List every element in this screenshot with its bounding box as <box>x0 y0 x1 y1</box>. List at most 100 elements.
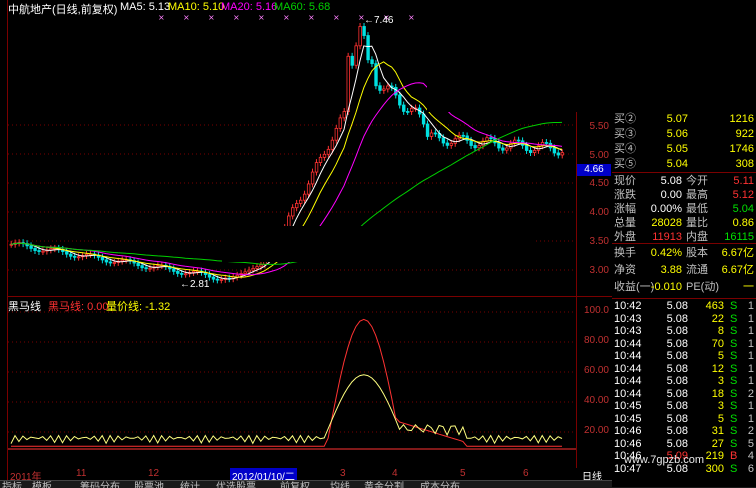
tick-price: 5.08 <box>666 375 688 387</box>
candle-body <box>318 156 323 164</box>
candle-body <box>366 35 370 61</box>
bid-label: 买⑤ <box>614 158 636 170</box>
candle-body <box>156 265 160 268</box>
candle-body <box>501 147 505 151</box>
candle-body <box>433 132 438 135</box>
tick-time: 10:43 <box>614 325 642 337</box>
stat-value: 5.04 <box>732 203 754 215</box>
candle-body <box>398 94 402 106</box>
tick-row: 10:45 5.08 5 S 1 <box>612 413 756 425</box>
tick-volume: 8 <box>717 325 724 337</box>
tick-time: 10:43 <box>614 312 642 325</box>
candle-body <box>402 104 406 112</box>
tick-row: 10:44 5.08 70 S 1 <box>612 338 756 350</box>
candle-body <box>259 264 263 268</box>
bid-label: 买④ <box>614 143 636 155</box>
tick-side: S <box>730 312 738 325</box>
tick-side: S <box>730 425 738 437</box>
heima-line <box>11 318 562 447</box>
tick-time: 10:45 <box>614 400 642 412</box>
candle-body <box>176 270 180 274</box>
tick-side: S <box>730 375 738 387</box>
tick-price: 5.08 <box>666 300 688 312</box>
candle-body <box>41 250 45 253</box>
date-label: 6 <box>523 468 529 479</box>
tick-volume: 70 <box>711 337 724 350</box>
tick-row: 10:44 5.08 12 S 1 <box>612 363 756 375</box>
tick-row: 10:43 5.08 22 S 1 <box>612 313 756 325</box>
candle-body <box>552 147 557 154</box>
bid-price: 5.05 <box>666 143 688 155</box>
indicator-chart[interactable]: 黑马线 黑马线: 0.00 量价线: -1.32 <box>8 296 576 469</box>
tick-row: 10:44 5.08 3 S 1 <box>612 375 756 387</box>
candle-body <box>449 142 454 146</box>
signal-marker: × <box>408 13 415 22</box>
stat-value: 5.08 <box>660 175 682 187</box>
candle-body <box>386 85 390 90</box>
tick-side: S <box>730 387 738 400</box>
signal-marker: × <box>308 13 315 22</box>
indicator-tick: 60.00 <box>583 365 609 376</box>
stat-row: 总量 28028 量比 0.86 <box>612 216 756 231</box>
candle-body <box>556 152 561 156</box>
candle-body <box>334 127 339 141</box>
tick-volume: 3 <box>717 400 724 412</box>
candle-body <box>172 268 176 272</box>
stat-row: 净资 3.88 流通 6.67亿 <box>612 263 756 278</box>
candle-body <box>180 273 184 275</box>
tick-time: 10:46 <box>614 425 642 437</box>
candle-body <box>100 256 105 261</box>
indicator-name: 黑马线 <box>8 301 41 313</box>
watermark: www.7gpzb.com <box>624 454 705 466</box>
quote-panel: 买② 5.07 1216 买③ 5.06 922 买④ 5.05 1746 买⑤ 5.04 308 现… <box>612 112 756 487</box>
stat-value: 0.86 <box>732 217 754 229</box>
candle-body <box>560 152 565 156</box>
date-label: 5 <box>460 468 466 479</box>
volume-price-line <box>10 374 563 445</box>
left-scroll-strip <box>0 0 8 487</box>
tick-side: S <box>730 300 738 312</box>
tick-price: 5.08 <box>666 387 688 400</box>
price-tick: 5.00 <box>589 150 609 161</box>
tick-volume: 12 <box>711 362 724 375</box>
tick-time: 10:45 <box>614 412 642 425</box>
candle-body <box>326 148 331 155</box>
stat-value: 0.00% <box>650 203 682 215</box>
tick-time: 10:44 <box>614 337 642 350</box>
tick-volume: 27 <box>711 437 724 450</box>
candle-body <box>104 259 109 263</box>
date-label: 11 <box>76 468 87 479</box>
current-price-tag: 4.66 <box>577 164 611 176</box>
candle-body <box>247 269 251 273</box>
stat-row: 换手 0.42% 股本 6.67亿 <box>612 246 756 261</box>
bid-label: 买② <box>614 113 636 125</box>
stat-label: 涨跌 <box>614 189 636 201</box>
signal-marker: × <box>283 13 290 22</box>
candle-body <box>291 207 295 217</box>
candle-body <box>497 142 501 149</box>
bid-volume: 1746 <box>729 143 754 155</box>
stat-value: 6.67亿 <box>721 264 754 276</box>
candle-body <box>429 132 434 137</box>
bid-volume: 1216 <box>729 113 754 125</box>
tick-price: 5.08 <box>666 437 688 450</box>
signal-marker: × <box>183 13 190 22</box>
candle-body <box>338 117 343 129</box>
candle-body <box>370 59 374 65</box>
bid-label: 买③ <box>614 128 636 140</box>
bid-price: 5.06 <box>666 128 688 140</box>
signal-marker: × <box>333 13 340 22</box>
candle-body <box>33 248 37 251</box>
ma20-legend: MA20: 5.16 <box>221 1 278 13</box>
tick-count: 1 <box>747 337 754 350</box>
tick-row: 10:45 5.08 3 S 1 <box>612 400 756 412</box>
candle-body <box>76 256 81 259</box>
candle-body <box>219 278 224 281</box>
ma60-legend: MA60: 5.68 <box>274 1 331 13</box>
volume-price-line-legend: 量价线: -1.32 <box>106 301 171 313</box>
price-tick: 3.00 <box>589 265 609 276</box>
bid-volume: 922 <box>735 128 754 140</box>
low-price-label: ←2.81 <box>180 279 210 290</box>
candle-body <box>148 267 152 270</box>
ma5-legend: MA5: 5.13 <box>120 1 171 13</box>
